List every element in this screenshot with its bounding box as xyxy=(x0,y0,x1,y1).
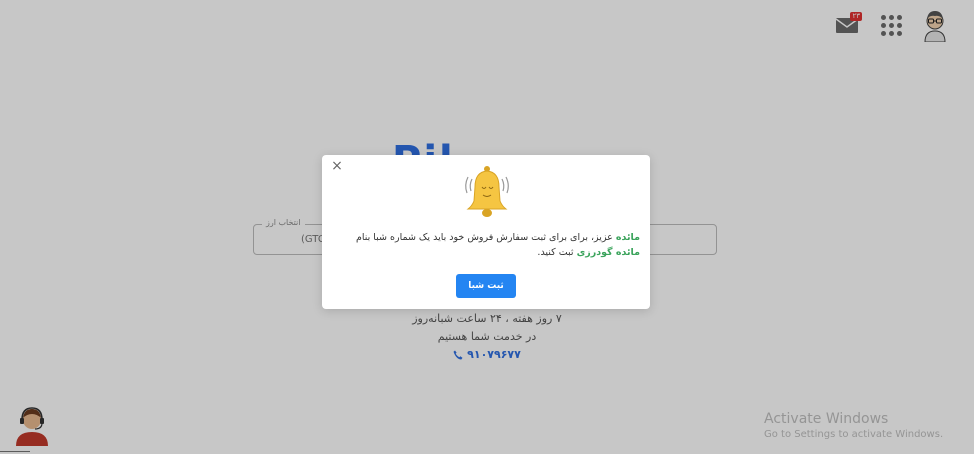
user-first-name: مائده xyxy=(615,232,640,243)
sheba-registration-dialog: × مائده عزیز، برای برای ثبت سفارش فروش خ… xyxy=(322,155,650,309)
close-icon: × xyxy=(331,158,343,174)
dialog-message: مائده عزیز، برای برای ثبت سفارش فروش خود… xyxy=(332,230,640,260)
bell-icon xyxy=(465,166,509,217)
user-full-name: مائده گودرزی xyxy=(576,247,640,258)
message-text-part2: ثبت کنید. xyxy=(537,247,577,258)
register-sheba-button[interactable]: ثبت شبا xyxy=(456,274,516,298)
message-text-part1: عزیز، برای برای ثبت سفارش فروش خود باید … xyxy=(355,232,616,243)
close-button[interactable]: × xyxy=(330,159,344,173)
